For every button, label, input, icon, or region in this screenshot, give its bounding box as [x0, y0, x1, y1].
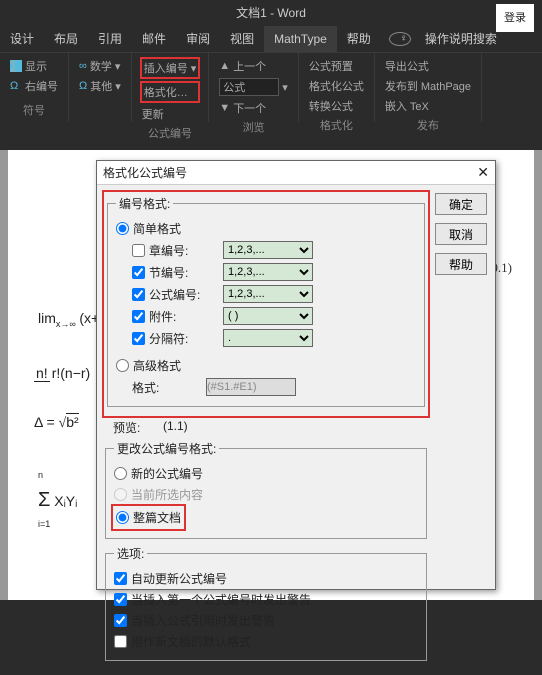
chk-section[interactable]	[132, 266, 145, 279]
eq-sum: nΣ XᵢYᵢi=1	[38, 470, 77, 528]
ribbon-group-browse: ▲ 上一个 公式 ▾ ▼ 下一个 浏览	[209, 53, 299, 122]
opt-auto-update[interactable]	[114, 572, 127, 585]
group-label-publish: 发布	[417, 115, 439, 133]
ribbon-group-format: 公式预置 格式化公式 转换公式 格式化	[299, 53, 375, 122]
format-dialog: 格式化公式编号 ✕ 编号格式: 简单格式 章编号:1,2,3,... 节编号:1…	[96, 160, 496, 590]
lightbulb-icon: ♀	[389, 32, 411, 46]
ok-button[interactable]: 确定	[435, 193, 487, 215]
legend-options: 选项:	[114, 545, 147, 562]
ribbon-group-publish: 导出公式 发布到 MathPage 嵌入 TeX 发布	[375, 53, 482, 122]
eq-delta: Δ = √b²	[34, 414, 79, 432]
preset-btn[interactable]: 公式预置	[307, 57, 366, 75]
window-title: 文档1 - Word	[236, 6, 306, 20]
tab-review[interactable]: 审阅	[176, 26, 220, 52]
right-number-btn[interactable]: Ω右编号	[8, 77, 60, 95]
group-label-format: 格式化	[320, 115, 353, 133]
eq-fraction: n!r!(n−r)	[34, 365, 92, 381]
help-button[interactable]: 帮助	[435, 253, 487, 275]
group-label-browse: 浏览	[243, 117, 265, 135]
radio-advanced[interactable]	[116, 359, 129, 372]
group-label-symbols: 符号	[23, 100, 45, 118]
titlebar: 文档1 - Word 登录	[0, 0, 542, 26]
login-button[interactable]: 登录	[496, 4, 534, 32]
tab-references[interactable]: 引用	[88, 26, 132, 52]
preview-label: 预览:	[113, 419, 163, 436]
ribbon-group-numbering: 插入编号 ▾ 格式化… 更新 公式编号	[132, 53, 210, 122]
other-btn[interactable]: Ω 其他 ▾	[77, 77, 123, 95]
fieldset-options: 选项: 自动更新公式编号 当插入第一个公式编号时发出警告 当插入公式引用时发出警…	[105, 545, 427, 661]
close-icon[interactable]: ✕	[477, 164, 489, 181]
tab-layout[interactable]: 布局	[44, 26, 88, 52]
tex-btn[interactable]: 嵌入 TeX	[383, 97, 473, 115]
eq-limit: limx→∞ (x+	[38, 310, 99, 329]
insert-number-btn[interactable]: 插入编号 ▾	[140, 57, 201, 79]
tab-view[interactable]: 视图	[220, 26, 264, 52]
format-number-btn[interactable]: 格式化…	[140, 81, 201, 103]
export-btn[interactable]: 导出公式	[383, 57, 473, 75]
update-btn[interactable]: 更新	[140, 105, 201, 123]
radio-current-sel	[114, 488, 127, 501]
format-eq-btn[interactable]: 格式化公式	[307, 77, 366, 95]
preview-value: (1.1)	[163, 419, 188, 436]
legend-number: 编号格式:	[116, 195, 173, 212]
ribbon-tabs: 设计 布局 引用 邮件 审阅 视图 MathType 帮助 ♀ 操作说明搜索	[0, 26, 542, 52]
mathpage-btn[interactable]: 发布到 MathPage	[383, 77, 473, 95]
ribbon: ∑显示 Ω右编号 符号 ∞ 数学 ▾ Ω 其他 ▾ 插入编号 ▾ 格式化… 更新…	[0, 52, 542, 122]
ribbon-group-1b: ∞ 数学 ▾ Ω 其他 ▾	[69, 53, 132, 122]
legend-change: 更改公式编号格式:	[114, 440, 219, 457]
sel-chapter[interactable]: 1,2,3,...	[223, 241, 313, 259]
tab-mail[interactable]: 邮件	[132, 26, 176, 52]
show-btn[interactable]: ∑显示	[8, 57, 60, 75]
chk-chapter[interactable]	[132, 244, 145, 257]
tab-mathtype[interactable]: MathType	[264, 26, 337, 52]
formula-select[interactable]: 公式 ▾	[217, 77, 290, 97]
cancel-button[interactable]: 取消	[435, 223, 487, 245]
dialog-title: 格式化公式编号	[103, 164, 187, 181]
sel-enclosure[interactable]: ( )	[223, 307, 313, 325]
chk-separator[interactable]	[132, 332, 145, 345]
sel-separator[interactable]: .	[223, 329, 313, 347]
sel-equation[interactable]: 1,2,3,...	[223, 285, 313, 303]
fieldset-number-format: 编号格式: 简单格式 章编号:1,2,3,... 节编号:1,2,3,... 公…	[107, 195, 425, 407]
sel-section[interactable]: 1,2,3,...	[223, 263, 313, 281]
ribbon-group-symbols: ∑显示 Ω右编号 符号	[0, 53, 69, 122]
convert-eq-btn[interactable]: 转换公式	[307, 97, 366, 115]
next-btn[interactable]: ▼ 下一个	[217, 99, 290, 117]
fieldset-change-format: 更改公式编号格式: 新的公式编号 当前所选内容 整篇文档	[105, 440, 427, 539]
help-search[interactable]: 操作说明搜索	[415, 26, 507, 52]
opt-default[interactable]	[114, 635, 127, 648]
math-btn[interactable]: ∞ 数学 ▾	[77, 57, 123, 75]
opt-warn-ref[interactable]	[114, 614, 127, 627]
tab-help[interactable]: 帮助	[337, 26, 381, 52]
chk-equation[interactable]	[132, 288, 145, 301]
advanced-format-input[interactable]	[206, 378, 296, 396]
radio-new-number[interactable]	[114, 467, 127, 480]
tab-design[interactable]: 设计	[0, 26, 44, 52]
radio-whole-doc[interactable]	[116, 511, 129, 524]
radio-simple[interactable]	[116, 222, 129, 235]
chk-enclosure[interactable]	[132, 310, 145, 323]
group-label-numbering: 公式编号	[148, 123, 192, 141]
prev-btn[interactable]: ▲ 上一个	[217, 57, 290, 75]
dialog-titlebar[interactable]: 格式化公式编号 ✕	[97, 161, 495, 185]
